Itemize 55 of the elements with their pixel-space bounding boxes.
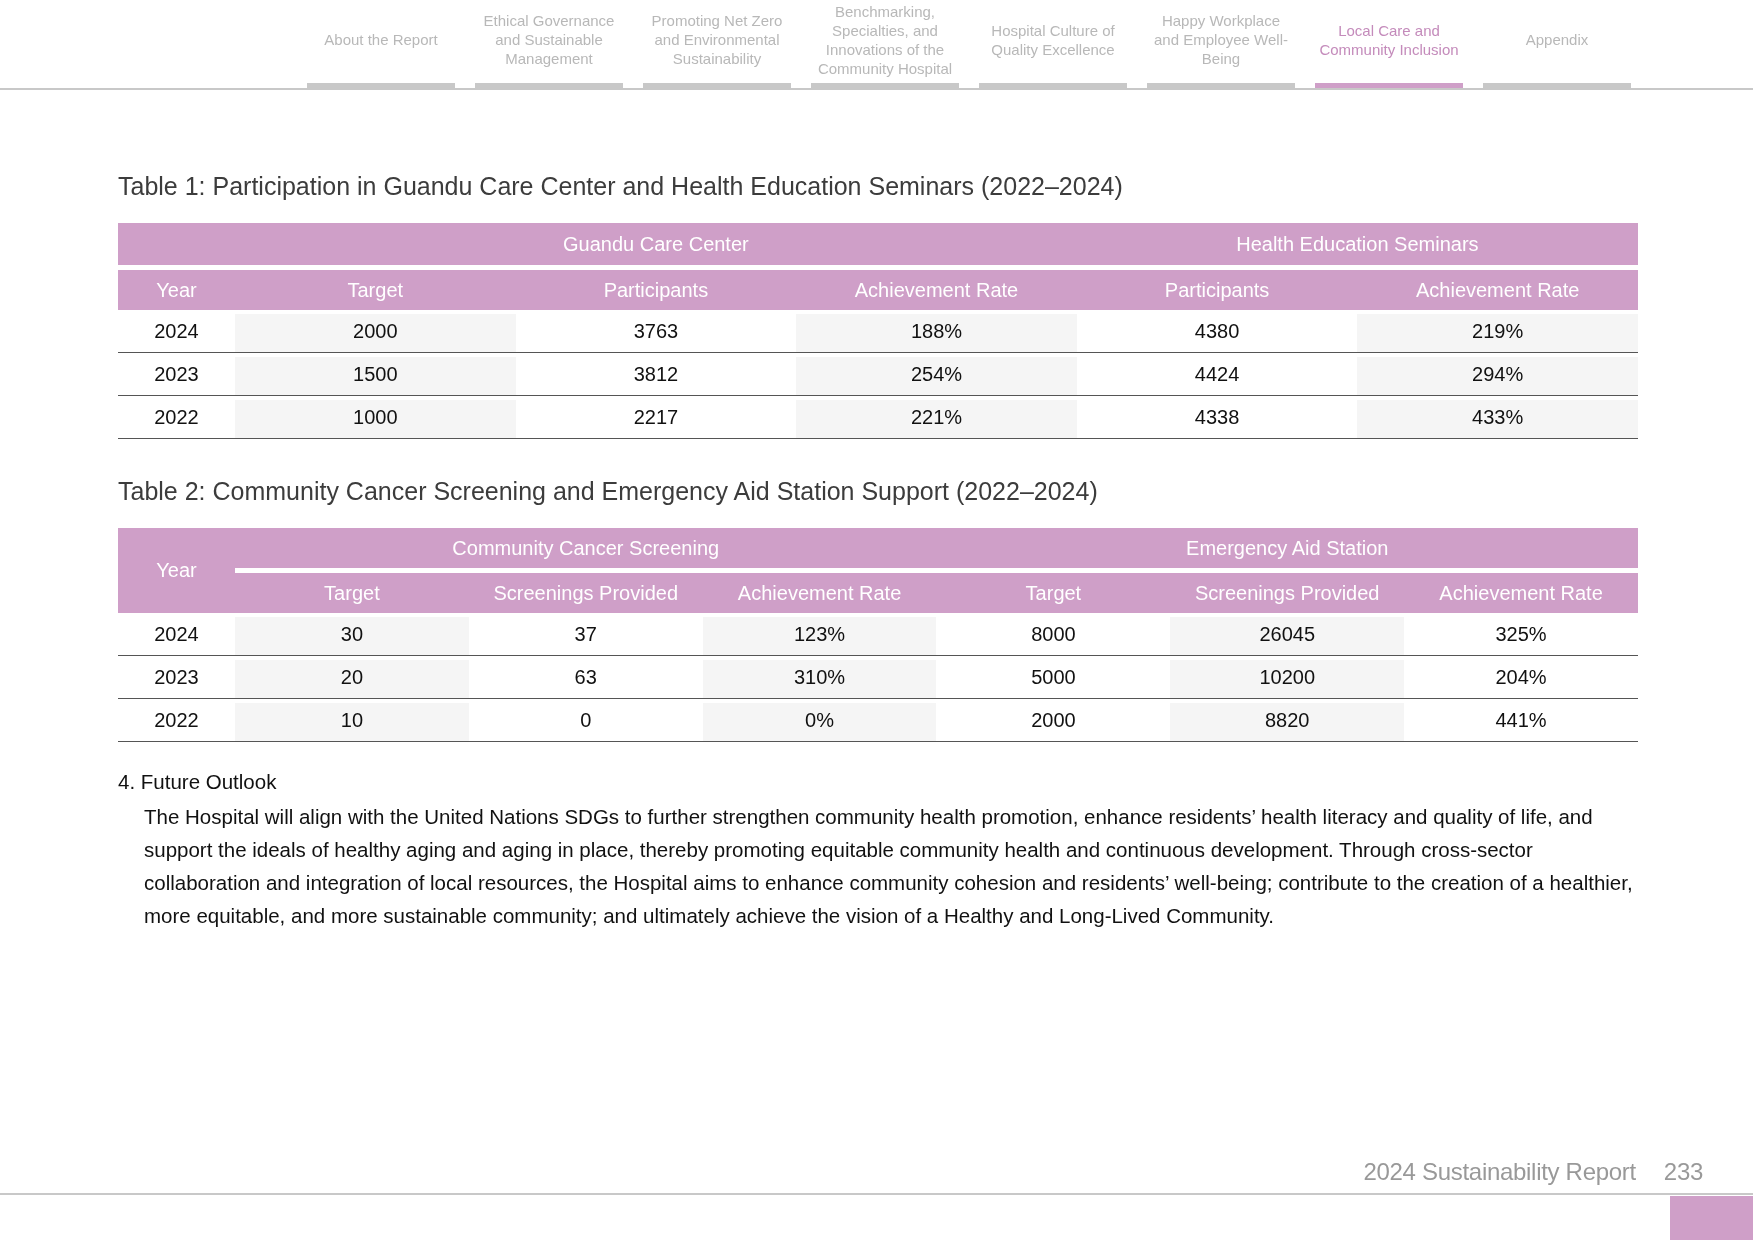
group-header: Health Education Seminars xyxy=(1076,223,1638,268)
column-header: Screenings Provided xyxy=(468,570,703,613)
column-header: Year xyxy=(118,267,235,310)
table-title: Table 2: Community Cancer Screening and Emergency Aid Station Support (2022–2024) xyxy=(118,477,1099,506)
column-header: Target xyxy=(936,570,1171,613)
table-cell: 254% xyxy=(796,352,1077,396)
nav-tab[interactable]: Benchmarking, Specialties, and Innovations of the Community Hospital xyxy=(811,0,959,88)
table-cell: 188% xyxy=(796,310,1077,353)
table-cell: 30 xyxy=(235,613,469,656)
table-cell: 123% xyxy=(702,613,937,656)
table-cell: 219% xyxy=(1357,310,1638,353)
table-cell: 2000 xyxy=(235,310,516,353)
column-header: Year xyxy=(118,528,235,613)
table-cell: 63 xyxy=(468,655,703,699)
table-cell: 204% xyxy=(1404,655,1638,699)
paragraph: The Hospital will align with the United Nations SDGs to further strengthen community health promotion, enhance residents’ health literacy and quality of life, and support the ideals of healthy aging and aging in place, thereby promoting equitable community health and continuous development. Through cross-sector collaboration and integration of local resources, the Hospital aims to enhance community cohesion and residents’ well-being; contribute to the creation of a healthier, more equitable, and more sustainable community; and ultimately achieve the vision of a Healthy and Long-Lived Community. xyxy=(144,804,1634,929)
column-header: Screenings Provided xyxy=(1170,570,1405,613)
table-cell: 0 xyxy=(468,698,703,742)
column-header: Target xyxy=(235,570,469,613)
table-cell: 325% xyxy=(1404,613,1638,656)
table-cell: 10 xyxy=(235,698,469,742)
table-cell: 441% xyxy=(1404,698,1638,742)
nav-tab[interactable]: Hospital Culture of Quality Excellence xyxy=(979,0,1127,88)
nav-tab[interactable]: Appendix xyxy=(1483,0,1631,88)
column-header: Achievement Rate xyxy=(796,267,1077,310)
column-header: Achievement Rate xyxy=(1357,267,1638,310)
table-cell: 26045 xyxy=(1170,613,1405,656)
section-heading: 4. Future Outlook xyxy=(118,770,278,794)
table-cell: 1000 xyxy=(235,395,516,439)
nav-tab[interactable]: Local Care and Community Inclusion xyxy=(1315,0,1463,88)
table-cell: 20 xyxy=(235,655,469,699)
group-header: Guandu Care Center xyxy=(235,223,1077,268)
nav-tab[interactable]: About the Report xyxy=(307,0,455,88)
page-number: 233 xyxy=(1663,1157,1703,1186)
nav-tab[interactable]: Happy Workplace and Employee Well-Being xyxy=(1147,0,1295,88)
table-cell: 37 xyxy=(468,613,703,656)
nav-tab[interactable]: Promoting Net Zero and Environmental Sustainability xyxy=(643,0,791,88)
column-header: Participants xyxy=(515,267,797,310)
column-header: Achievement Rate xyxy=(1404,570,1638,613)
table-cell: 0% xyxy=(702,698,937,742)
report-title: 2024 Sustainability Report xyxy=(1363,1157,1636,1186)
table-cell: 221% xyxy=(796,395,1077,439)
group-header: Emergency Aid Station xyxy=(936,528,1638,571)
column-header: Target xyxy=(235,267,516,310)
table-cell: 294% xyxy=(1357,352,1638,396)
table-cell: 433% xyxy=(1357,395,1638,439)
nav-tab[interactable]: Ethical Governance and Sustainable Management xyxy=(475,0,623,88)
table-cell: 1500 xyxy=(235,352,516,396)
column-header: Participants xyxy=(1076,267,1358,310)
table-cell: 10200 xyxy=(1170,655,1405,699)
group-header: Community Cancer Screening xyxy=(235,528,937,571)
table-cell: 310% xyxy=(702,655,937,699)
column-header: Achievement Rate xyxy=(702,570,937,613)
table-cell: 8820 xyxy=(1170,698,1405,742)
table-title: Table 1: Participation in Guandu Care Center and Health Education Seminars (2022–2024) xyxy=(118,172,1124,201)
